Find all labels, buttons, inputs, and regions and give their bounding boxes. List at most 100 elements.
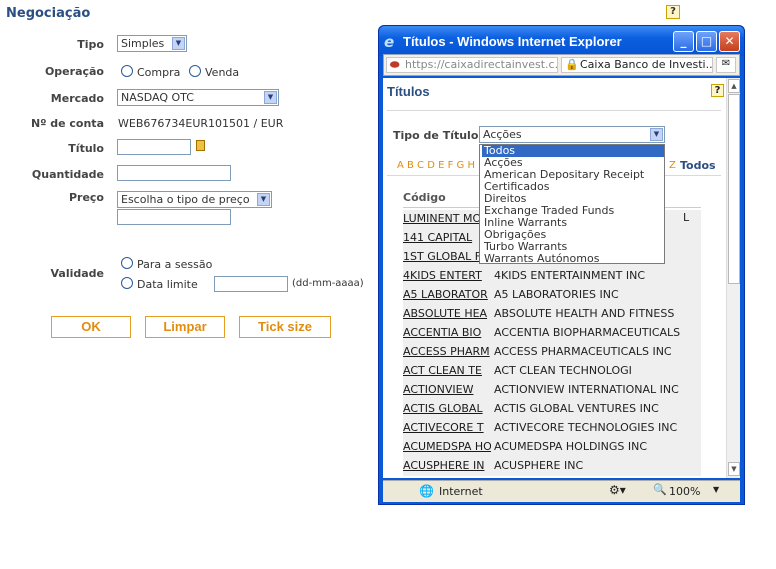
search-book-icon[interactable]	[196, 140, 205, 151]
chevron-down-icon: ▼	[650, 128, 663, 141]
protected-mode-icon[interactable]: ⚙▾	[609, 483, 626, 497]
ie-window-title: Títulos - Windows Internet Explorer	[403, 34, 622, 49]
tipo-value: Simples	[121, 37, 165, 50]
quantidade-input[interactable]	[117, 165, 231, 181]
scroll-up-icon[interactable]: ▲	[728, 79, 740, 93]
tick-size-button[interactable]: Tick size	[239, 316, 331, 338]
title-code-link[interactable]: LUMINENT MO	[403, 212, 491, 225]
close-button[interactable]: ✕	[719, 31, 740, 52]
para-sessao-label: Para a sessão	[137, 258, 213, 271]
operacao-label: Operação	[44, 65, 104, 78]
certificate-icon[interactable]: ✉	[716, 57, 736, 73]
chevron-down-icon: ▼	[172, 37, 185, 50]
zoom-icon: 🔍	[653, 483, 667, 496]
title-code-link[interactable]: ACCESS PHARM	[403, 345, 491, 358]
globe-icon: 🌐	[419, 484, 434, 498]
tipo-titulo-value: Acções	[483, 128, 522, 141]
chevron-down-icon: ▼	[257, 193, 270, 206]
title-name: ACTIVECORE TECHNOLOGIES INC	[494, 421, 678, 434]
tipo-titulo-dropdown: Todos Acções American Depositary Receipt Ce…	[479, 144, 665, 265]
popup-help-icon[interactable]: ?	[711, 84, 724, 97]
status-zone: Internet	[439, 485, 483, 498]
title-name: ABSOLUTE HEALTH AND FITNESS	[494, 307, 675, 320]
code-header: Código	[403, 191, 446, 204]
maximize-button[interactable]: □	[696, 31, 717, 52]
security-text: Caixa Banco de Investi...	[580, 58, 713, 71]
ok-button[interactable]: OK	[51, 316, 131, 338]
title-code-link[interactable]: A5 LABORATOR	[403, 288, 491, 301]
popup-title: Títulos	[387, 84, 430, 99]
zoom-level[interactable]: 100%	[669, 485, 700, 498]
title-name: ACCENTIA BIOPHARMACEUTICALS	[494, 326, 681, 339]
preco-value: Escolha o tipo de preço	[121, 193, 250, 206]
divider	[387, 110, 721, 111]
popup-content: Títulos ? Tipo de Título Acções ▼ A B C …	[383, 78, 740, 478]
table-row: ACTIS GLOBAL ACTIS GLOBAL VENTURES INC	[403, 400, 701, 419]
title-name: 4KIDS ENTERTAINMENT INC	[494, 269, 645, 282]
title-code-link[interactable]: ACCENTIA BIO	[403, 326, 491, 339]
table-row: A5 LABORATOR A5 LABORATORIES INC	[403, 286, 701, 305]
tipo-titulo-select[interactable]: Acções ▼	[479, 126, 665, 143]
preco-input[interactable]	[117, 209, 231, 225]
scroll-down-icon[interactable]: ▼	[728, 462, 740, 476]
vertical-scrollbar[interactable]: ▲ ▼	[726, 78, 740, 478]
ie-logo-icon: e	[384, 33, 395, 51]
table-row: ABSOLUTE HEA ABSOLUTE HEALTH AND FITNESS	[403, 305, 701, 324]
data-limite-input[interactable]	[214, 276, 288, 292]
title-name: ACTIS GLOBAL VENTURES INC	[494, 402, 659, 415]
alphabet-z[interactable]: Z	[669, 160, 676, 171]
ie-titlebar[interactable]: e Títulos - Windows Internet Explorer _ …	[379, 26, 744, 56]
title-code-link[interactable]: 141 CAPITAL	[403, 231, 491, 244]
chevron-down-icon: ▼	[264, 91, 277, 104]
table-row: ACTIVECORE T ACTIVECORE TECHNOLOGIES INC	[403, 419, 701, 438]
security-report[interactable]: 🔒 Caixa Banco de Investi...	[561, 57, 713, 73]
title-code-link[interactable]: 1ST GLOBAL F	[403, 250, 491, 263]
preco-label: Preço	[68, 191, 104, 204]
limpar-button[interactable]: Limpar	[145, 316, 225, 338]
title-name: ACUMEDSPA HOLDINGS INC	[494, 440, 648, 453]
title-name: ACTIONVIEW INTERNATIONAL INC	[494, 383, 679, 396]
mercado-select[interactable]: NASDAQ OTC ▼	[117, 89, 279, 106]
alphabet-filter[interactable]: A B C D E F G H	[397, 160, 475, 171]
zoom-chevron-icon[interactable]: ▼	[713, 485, 719, 494]
minimize-button[interactable]: _	[673, 31, 694, 52]
title-code-link[interactable]: ACTIS GLOBAL	[403, 402, 491, 415]
title-code-link[interactable]: ACUMEDSPA HO	[403, 440, 491, 453]
table-row: ACCENTIA BIO ACCENTIA BIOPHARMACEUTICALS	[403, 324, 701, 343]
title-code-link[interactable]: ACTIONVIEW	[403, 383, 491, 396]
title-code-link[interactable]: 4KIDS ENTERT	[403, 269, 491, 282]
title-code-link[interactable]: ACT CLEAN TE	[403, 364, 491, 377]
radio-data-limite[interactable]	[121, 277, 133, 289]
title-code-link[interactable]: ABSOLUTE HEA	[403, 307, 491, 320]
radio-para-sessao[interactable]	[121, 257, 133, 269]
mercado-value: NASDAQ OTC	[121, 91, 194, 104]
conta-label: Nº de conta	[31, 117, 104, 130]
tipo-select[interactable]: Simples ▼	[117, 35, 187, 52]
table-row: ACTIONVIEW ACTIONVIEW INTERNATIONAL INC	[403, 381, 701, 400]
venda-label: Venda	[205, 66, 240, 79]
dropdown-option[interactable]: Warrants Autónomos	[482, 253, 664, 265]
scroll-thumb[interactable]	[728, 94, 740, 284]
title-code-link[interactable]: ACTIVECORE T	[403, 421, 491, 434]
radio-venda[interactable]	[189, 65, 201, 77]
table-row: ACUSPHERE IN ACUSPHERE INC	[403, 457, 701, 476]
url-text: https://caixadirectainvest.c...	[405, 58, 558, 71]
help-icon[interactable]: ?	[666, 5, 680, 19]
validade-label: Validade	[50, 267, 104, 280]
ie-window: e Títulos - Windows Internet Explorer _ …	[378, 25, 745, 505]
lock-icon: 🔒	[565, 58, 579, 71]
title-code-link[interactable]: ACUSPHERE IN	[403, 459, 491, 472]
tipo-label: Tipo	[77, 38, 104, 51]
status-bar: 🌐 Internet ⚙▾ 🔍 100% ▼	[383, 480, 740, 502]
address-bar: ⬬ https://caixadirectainvest.c... 🔒 Caix…	[383, 54, 740, 76]
url-field[interactable]: ⬬ https://caixadirectainvest.c...	[386, 57, 558, 73]
radio-compra[interactable]	[121, 65, 133, 77]
date-format-hint: (dd-mm-aaaa)	[292, 278, 364, 289]
table-row: ACT CLEAN TE ACT CLEAN TECHNOLOGI	[403, 362, 701, 381]
titulo-input[interactable]	[117, 139, 191, 155]
table-row: ACUMEDSPA HO ACUMEDSPA HOLDINGS INC	[403, 438, 701, 457]
data-limite-label: Data limite	[137, 278, 198, 291]
todos-link[interactable]: Todos	[680, 159, 716, 172]
preco-select[interactable]: Escolha o tipo de preço ▼	[117, 191, 272, 208]
mercado-label: Mercado	[50, 92, 104, 105]
